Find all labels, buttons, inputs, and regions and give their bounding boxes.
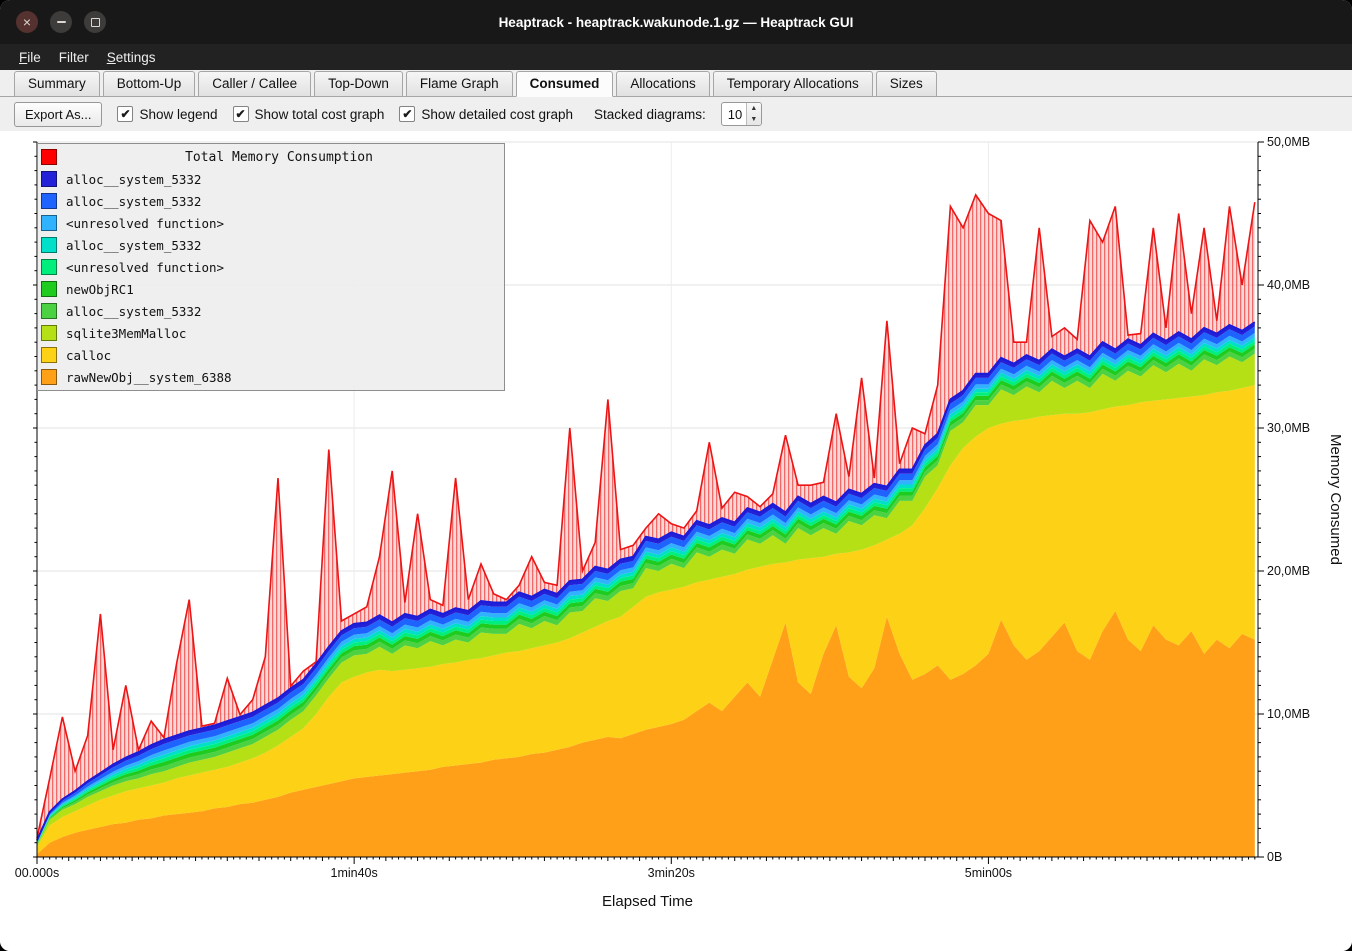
- legend-item-label: alloc__system_5332: [66, 238, 201, 253]
- checkmark-icon: ✔: [117, 106, 133, 122]
- tab-temporary-allocations[interactable]: Temporary Allocations: [713, 71, 873, 97]
- legend-title-row: Total Memory Consumption: [38, 146, 504, 168]
- toolbar: Export As... ✔ Show legend ✔ Show total …: [0, 97, 1352, 131]
- show-legend-checkbox[interactable]: ✔ Show legend: [117, 106, 217, 122]
- stacked-diagrams-label: Stacked diagrams:: [594, 107, 706, 122]
- tab-flame-graph[interactable]: Flame Graph: [406, 71, 513, 97]
- legend-item: alloc__system_5332: [38, 190, 504, 212]
- tab-bar: SummaryBottom-UpCaller / CalleeTop-DownF…: [0, 70, 1352, 97]
- titlebar: × Heaptrack - heaptrack.wakunode.1.gz — …: [0, 0, 1352, 44]
- legend-swatch: [41, 193, 57, 209]
- y-tick-label: 0B: [1267, 850, 1282, 864]
- x-axis-title: Elapsed Time: [602, 893, 693, 910]
- legend-item: alloc__system_5332: [38, 300, 504, 322]
- legend-item-label: alloc__system_5332: [66, 194, 201, 209]
- tab-caller-callee[interactable]: Caller / Callee: [198, 71, 311, 97]
- close-icon: ×: [23, 15, 31, 29]
- checkmark-icon: ✔: [233, 106, 249, 122]
- y-tick-label: 20,0MB: [1267, 564, 1310, 578]
- tab-sizes[interactable]: Sizes: [876, 71, 937, 97]
- legend-swatch: [41, 215, 57, 231]
- maximize-icon: [91, 18, 100, 27]
- show-detailed-cost-graph-checkbox[interactable]: ✔ Show detailed cost graph: [399, 106, 573, 122]
- legend-swatch: [41, 149, 57, 165]
- legend-item: <unresolved function>: [38, 212, 504, 234]
- legend-item: <unresolved function>: [38, 256, 504, 278]
- menu-file[interactable]: File: [10, 44, 50, 70]
- legend-item: newObjRC1: [38, 278, 504, 300]
- close-button[interactable]: ×: [16, 11, 38, 33]
- y-axis-title: Memory Consumed: [1327, 434, 1344, 565]
- x-tick-label: 3min20s: [648, 866, 695, 880]
- y-tick-label: 10,0MB: [1267, 707, 1310, 721]
- chart-area: 00.000s 1min40s 3min20s 5min00s 0B 10,0MB 20,0…: [0, 131, 1352, 951]
- legend-item-label: <unresolved function>: [66, 260, 224, 275]
- maximize-button[interactable]: [84, 11, 106, 33]
- menu-settings[interactable]: Settings: [98, 44, 165, 70]
- menubar: FileFilterSettings: [0, 44, 1352, 70]
- legend-item-label: alloc__system_5332: [66, 304, 201, 319]
- x-tick-label: 1min40s: [331, 866, 378, 880]
- show-total-cost-graph-checkbox[interactable]: ✔ Show total cost graph: [233, 106, 385, 122]
- legend-swatch: [41, 171, 57, 187]
- x-tick-label: 5min00s: [965, 866, 1012, 880]
- spin-up-button[interactable]: ▲: [747, 103, 761, 114]
- tab-summary[interactable]: Summary: [14, 71, 100, 97]
- legend-swatch: [41, 369, 57, 385]
- legend-item: calloc: [38, 344, 504, 366]
- show-legend-label: Show legend: [139, 107, 217, 122]
- window-controls: ×: [16, 11, 106, 33]
- legend-swatch: [41, 347, 57, 363]
- minimize-icon: [57, 21, 66, 23]
- legend-item-label: alloc__system_5332: [66, 172, 201, 187]
- show-total-cost-graph-label: Show total cost graph: [255, 107, 385, 122]
- legend-item-label: sqlite3MemMalloc: [66, 326, 186, 341]
- y-tick-label: 30,0MB: [1267, 421, 1310, 435]
- legend-swatch: [41, 281, 57, 297]
- chart-legend: Total Memory Consumption alloc__system_53…: [37, 143, 505, 391]
- legend-item: alloc__system_5332: [38, 168, 504, 190]
- y-tick-label: 50,0MB: [1267, 135, 1310, 149]
- stacked-diagrams-spinbox[interactable]: 10 ▲ ▼: [721, 102, 762, 126]
- export-as-button[interactable]: Export As...: [14, 102, 102, 127]
- spinbox-value: 10: [722, 103, 746, 125]
- y-tick-label: 40,0MB: [1267, 278, 1310, 292]
- tab-bottom-up[interactable]: Bottom-Up: [103, 71, 196, 97]
- tab-allocations[interactable]: Allocations: [616, 71, 709, 97]
- spinbox-arrows: ▲ ▼: [746, 103, 761, 125]
- x-tick-label: 00.000s: [15, 866, 59, 880]
- menu-filter[interactable]: Filter: [50, 44, 98, 70]
- legend-item-label: <unresolved function>: [66, 216, 224, 231]
- show-detailed-cost-graph-label: Show detailed cost graph: [421, 107, 573, 122]
- legend-title: Total Memory Consumption: [57, 150, 501, 165]
- legend-item: sqlite3MemMalloc: [38, 322, 504, 344]
- app-window: × Heaptrack - heaptrack.wakunode.1.gz — …: [0, 0, 1352, 951]
- legend-swatch: [41, 237, 57, 253]
- legend-swatch: [41, 259, 57, 275]
- legend-item-label: rawNewObj__system_6388: [66, 370, 232, 385]
- window-title: Heaptrack - heaptrack.wakunode.1.gz — He…: [499, 15, 854, 30]
- legend-item: alloc__system_5332: [38, 234, 504, 256]
- tab-top-down[interactable]: Top-Down: [314, 71, 403, 97]
- legend-item-label: newObjRC1: [66, 282, 134, 297]
- legend-item-label: calloc: [66, 348, 111, 363]
- spin-down-button[interactable]: ▼: [747, 114, 761, 125]
- checkmark-icon: ✔: [399, 106, 415, 122]
- tab-consumed[interactable]: Consumed: [516, 71, 614, 97]
- legend-swatch: [41, 325, 57, 341]
- minimize-button[interactable]: [50, 11, 72, 33]
- legend-swatch: [41, 303, 57, 319]
- legend-item: rawNewObj__system_6388: [38, 366, 504, 388]
